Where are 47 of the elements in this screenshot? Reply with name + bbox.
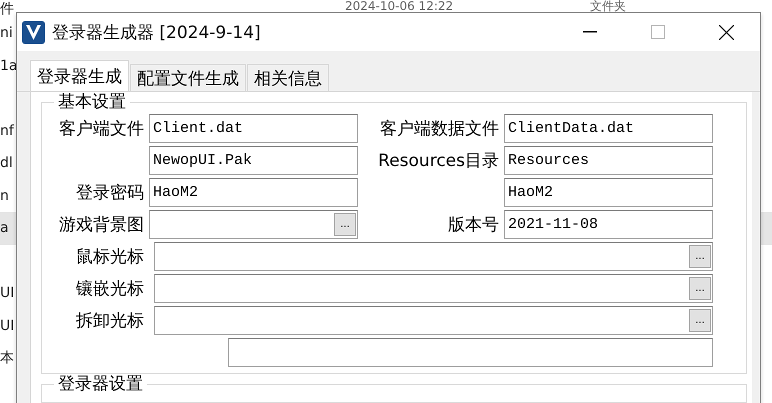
field-label: 游戏背景图 <box>58 214 145 236</box>
file-name[interactable]: nf <box>0 114 16 147</box>
group-title: 基本设置 <box>57 92 127 112</box>
input-field[interactable]: Resources <box>504 146 713 175</box>
file-name[interactable]: UI <box>0 310 16 342</box>
browse-button[interactable]: ... <box>689 277 711 300</box>
file-name[interactable]: 件 <box>0 0 16 17</box>
file-name[interactable]: UI <box>0 277 16 310</box>
group-title: 登录器设置 <box>57 374 144 394</box>
close-icon <box>718 24 734 40</box>
file-name[interactable]: 本 <box>0 342 16 374</box>
browse-button[interactable]: ... <box>689 245 711 268</box>
app-logo-icon <box>22 20 45 44</box>
tab[interactable]: 配置文件生成 <box>130 64 246 91</box>
input-field[interactable] <box>228 338 713 367</box>
file-date: 2024-10-06 12:22 <box>345 0 454 12</box>
file-name[interactable]: 1a <box>0 50 16 82</box>
file-name[interactable]: ni <box>0 17 16 50</box>
window-title: 登录器生成器 [2024-9-14] <box>52 22 262 44</box>
input-field[interactable]: ... <box>154 274 713 303</box>
input-field[interactable]: ... <box>154 242 713 271</box>
tab[interactable]: 登录器生成 <box>30 60 129 91</box>
field-label: Resources目录 <box>377 150 500 172</box>
input-field[interactable]: 2021-11-08 <box>504 210 713 239</box>
file-type: 文件夹 <box>590 0 626 12</box>
minimize-icon <box>583 31 597 33</box>
file-name[interactable]: a <box>0 212 16 244</box>
input-field[interactable]: ClientData.dat <box>504 114 713 143</box>
input-field[interactable]: HaoM2 <box>149 178 358 207</box>
input-field[interactable]: Client.dat <box>149 114 358 143</box>
field-label: 鼠标光标 <box>75 246 145 268</box>
file-name[interactable]: n <box>0 180 16 212</box>
browse-button[interactable]: ... <box>689 309 711 332</box>
input-field[interactable]: ... <box>154 306 713 335</box>
field-label: 客户端文件 <box>58 118 145 140</box>
browse-button[interactable]: ... <box>334 213 356 236</box>
field-label: 登录密码 <box>75 182 145 204</box>
maximize-icon <box>651 25 665 39</box>
field-label: 版本号 <box>447 214 500 236</box>
input-field[interactable]: NewopUI.Pak <box>149 146 358 175</box>
file-name[interactable]: dl <box>0 147 16 180</box>
field-label: 拆卸光标 <box>75 310 145 332</box>
tab[interactable]: 相关信息 <box>247 64 329 91</box>
input-field[interactable]: ... <box>149 210 358 239</box>
field-label: 客户端数据文件 <box>379 118 500 140</box>
input-field[interactable]: HaoM2 <box>504 178 713 207</box>
field-label: 镶嵌光标 <box>75 278 145 300</box>
